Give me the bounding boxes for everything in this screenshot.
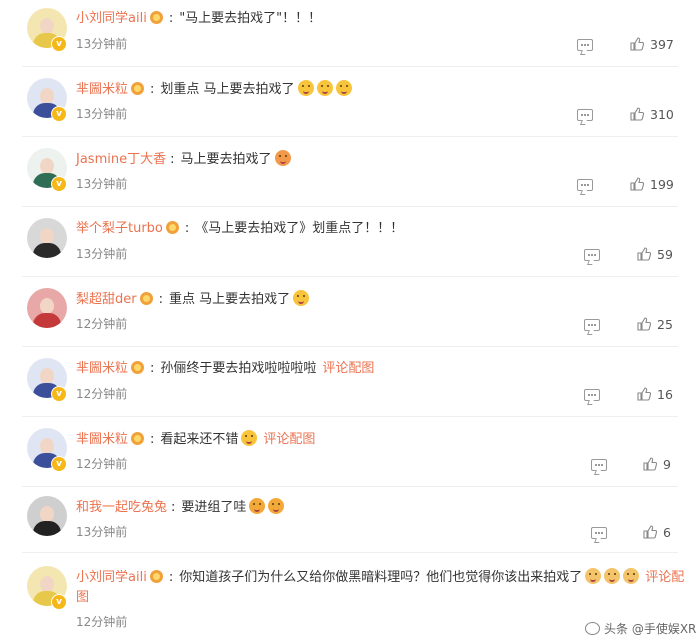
reply-icon[interactable]: [584, 249, 600, 261]
divider: [22, 416, 678, 417]
like-count: 310: [650, 107, 674, 122]
username[interactable]: 举个梨子turbo: [76, 221, 163, 236]
like-count: 397: [650, 37, 674, 52]
comment-text: "马上要去拍戏了"！！！: [179, 11, 322, 26]
verified-badge-icon: v: [51, 594, 67, 610]
member-badge-icon: [165, 221, 179, 234]
timestamp: 13分钟前: [76, 107, 128, 121]
reply-icon[interactable]: [584, 319, 600, 331]
comment-text: 看起来还不错: [160, 432, 239, 447]
verified-badge-icon: v: [51, 106, 67, 122]
member-badge-icon: [149, 11, 163, 24]
celebrate-emoji-icon: [274, 150, 291, 166]
blush-emoji-icon: [316, 80, 333, 96]
reply-icon[interactable]: [584, 389, 600, 401]
reply-icon[interactable]: [591, 459, 607, 471]
reply-icon[interactable]: [591, 527, 607, 539]
laugh-emoji-icon: [249, 498, 266, 514]
comment-text: 马上要去拍戏了: [180, 152, 272, 167]
member-badge-icon: [131, 82, 145, 95]
dog-emoji-icon: [623, 568, 640, 584]
verified-badge-icon: v: [51, 456, 67, 472]
timestamp: 12分钟前: [76, 387, 128, 401]
timestamp: 12分钟前: [76, 457, 128, 471]
avatar[interactable]: [27, 218, 67, 258]
comment-item: v 小刘同学aili: "马上要去拍戏了"！！！ 13分钟前 397: [0, 0, 700, 70]
verified-badge-icon: v: [51, 176, 67, 192]
username[interactable]: 梨超甜der: [76, 292, 137, 307]
comment-image-link[interactable]: 评论配图: [322, 361, 374, 376]
comment-item: v Jasmine丁大香: 马上要去拍戏了 13分钟前 199: [0, 140, 700, 210]
like-icon[interactable]: [643, 525, 657, 539]
like-icon[interactable]: [630, 37, 644, 51]
like-icon[interactable]: [637, 247, 651, 261]
like-count: 199: [650, 177, 674, 192]
comment-text: 要进组了哇: [181, 500, 247, 515]
like-icon[interactable]: [637, 317, 651, 331]
like-count: 59: [657, 247, 673, 262]
blush-emoji-icon: [335, 80, 352, 96]
member-badge-icon: [131, 361, 145, 374]
like-count: 6: [663, 525, 671, 540]
timestamp: 13分钟前: [76, 37, 128, 51]
comment-item: 和我一起吃兔兔: 要进组了哇 13分钟前 6: [0, 490, 700, 560]
comment-text: 划重点 马上要去拍戏了: [160, 82, 295, 97]
reply-icon[interactable]: [577, 39, 593, 51]
username[interactable]: 芈圌米粒: [76, 361, 128, 376]
username[interactable]: 小刘同学aili: [76, 570, 147, 585]
divider: [22, 346, 678, 347]
divider: [22, 136, 678, 137]
like-icon[interactable]: [643, 457, 657, 471]
timestamp: 13分钟前: [76, 525, 128, 539]
wink-emoji-icon: [293, 290, 310, 306]
comment-text: 《马上要去拍戏了》划重点了！！！: [195, 221, 404, 236]
timestamp: 13分钟前: [76, 247, 128, 261]
username[interactable]: 和我一起吃兔兔: [76, 500, 167, 515]
comment-item: v 芈圌米粒: 看起来还不错 评论配图 12分钟前 9: [0, 420, 700, 490]
comment-image-link[interactable]: 评论配图: [263, 432, 315, 447]
like-icon[interactable]: [630, 107, 644, 121]
dog-emoji-icon: [585, 568, 602, 584]
comment-list: v 小刘同学aili: "马上要去拍戏了"！！！ 13分钟前 397 v 芈圌米粒…: [0, 0, 700, 643]
avatar[interactable]: [27, 496, 67, 536]
username[interactable]: 小刘同学aili: [76, 11, 147, 26]
verified-badge-icon: v: [51, 36, 67, 52]
comment-text: 重点 马上要去拍戏了: [169, 292, 291, 307]
username[interactable]: 芈圌米粒: [76, 82, 128, 97]
toutiao-logo-icon: [585, 622, 600, 635]
member-badge-icon: [149, 570, 163, 583]
username[interactable]: Jasmine丁大香: [76, 152, 166, 167]
like-count: 16: [657, 387, 673, 402]
comment-item: v 芈圌米粒: 孙俪终于要去拍戏啦啦啦啦 评论配图 12分钟前 16: [0, 350, 700, 420]
reply-icon[interactable]: [577, 179, 593, 191]
divider: [22, 552, 678, 553]
reply-icon[interactable]: [577, 109, 593, 121]
member-badge-icon: [131, 432, 145, 445]
divider: [22, 486, 678, 487]
dog-emoji-icon: [604, 568, 621, 584]
like-count: 9: [663, 457, 671, 472]
like-icon[interactable]: [637, 387, 651, 401]
laugh-emoji-icon: [268, 498, 285, 514]
timestamp: 12分钟前: [76, 615, 128, 629]
divider: [22, 206, 678, 207]
comment-item: 梨超甜der: 重点 马上要去拍戏了 12分钟前 25: [0, 280, 700, 350]
comment-text: 你知道孩子们为什么又给你做黑暗料理吗？他们也觉得你该出来拍戏了: [179, 570, 583, 585]
divider: [22, 66, 678, 67]
comment-item: 举个梨子turbo: 《马上要去拍戏了》划重点了！！！ 13分钟前 59: [0, 210, 700, 280]
like-count: 25: [657, 317, 673, 332]
divider: [22, 276, 678, 277]
avatar[interactable]: [27, 288, 67, 328]
timestamp: 13分钟前: [76, 177, 128, 191]
watermark: 头条 @手使娱XR: [585, 620, 696, 637]
blush-emoji-icon: [297, 80, 314, 96]
comment-text: 孙俪终于要去拍戏啦啦啦啦: [160, 361, 317, 376]
grin-emoji-icon: [241, 430, 258, 446]
like-icon[interactable]: [630, 177, 644, 191]
member-badge-icon: [139, 292, 153, 305]
username[interactable]: 芈圌米粒: [76, 432, 128, 447]
timestamp: 12分钟前: [76, 317, 128, 331]
comment-item: v 芈圌米粒: 划重点 马上要去拍戏了 13分钟前 310: [0, 70, 700, 140]
verified-badge-icon: v: [51, 386, 67, 402]
